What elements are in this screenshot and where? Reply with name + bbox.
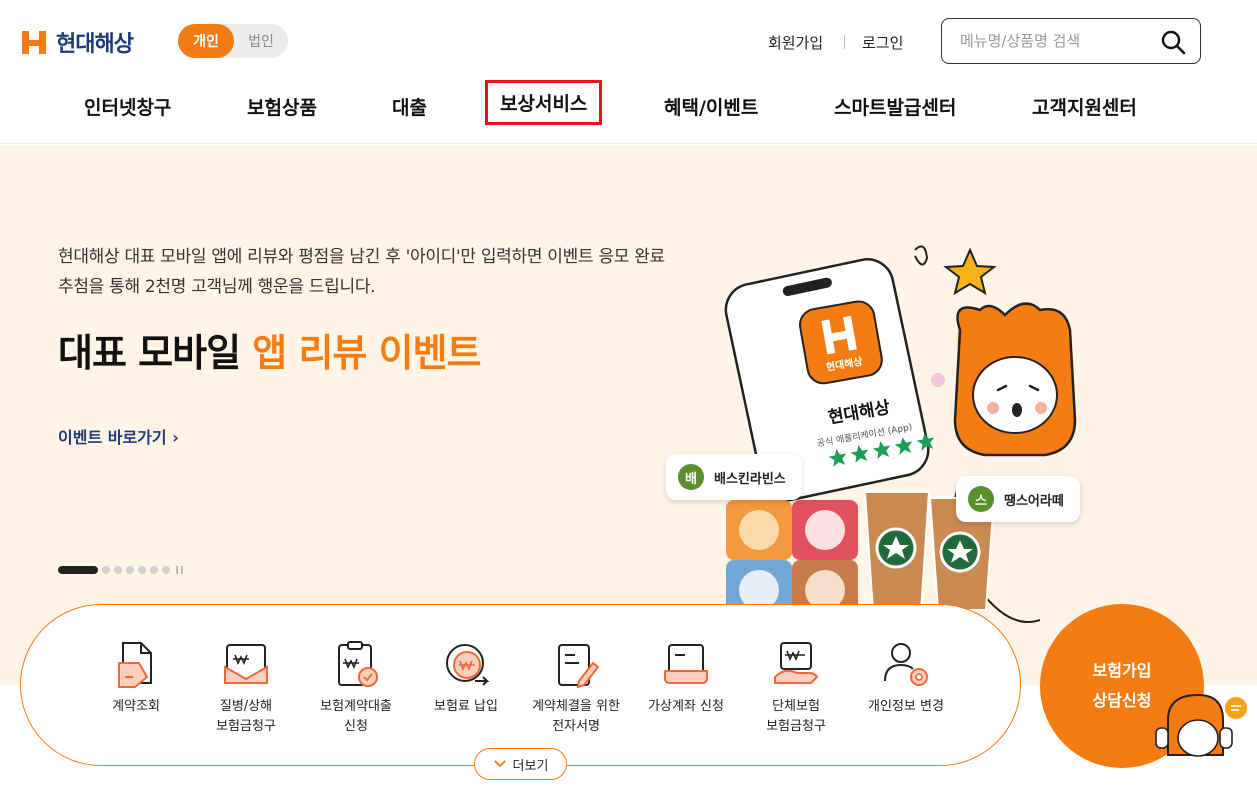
gnb-smart-issue-center[interactable]: 스마트발급센터: [834, 93, 956, 120]
hero-description-line: 추첨을 통해 2천명 고객님께 행운을 드립니다.: [58, 277, 376, 297]
quick-contract-inquiry[interactable]: 계약조회: [81, 637, 191, 717]
quick-e-signature[interactable]: 계약체결을 위한 전자서명: [521, 637, 631, 737]
search-icon[interactable]: [1160, 29, 1186, 55]
pause-icon[interactable]: [176, 566, 183, 574]
quick-label: 단체보험 보험금청구: [766, 699, 826, 734]
more-button[interactable]: 더보기: [474, 748, 567, 780]
gnb-claim-service[interactable]: 보상서비스: [484, 80, 603, 125]
more-label: 더보기: [512, 758, 549, 774]
quick-premium-payment[interactable]: 보험료 납입: [411, 637, 521, 717]
quick-label: 보험료 납입: [434, 699, 498, 714]
gnb-loan[interactable]: 대출: [392, 93, 427, 120]
quick-policy-loan[interactable]: 보험계약대출 신청: [301, 637, 411, 737]
quick-label: 가상계좌 신청: [648, 699, 724, 714]
pager-dot[interactable]: [126, 566, 134, 574]
chevron-down-icon: [493, 760, 506, 768]
gnb-benefits-events[interactable]: 혜택/이벤트: [664, 93, 758, 120]
sign-document-icon: [558, 644, 600, 689]
logo-text: 현대해상: [56, 32, 134, 57]
pager-dot[interactable]: [114, 566, 122, 574]
quick-label: 질병/상해 보험금청구: [216, 699, 276, 734]
chip-initial: 배: [678, 464, 704, 490]
quick-label: 개인정보 변경: [868, 699, 944, 714]
quick-virtual-account[interactable]: 가상계좌 신청: [631, 637, 741, 717]
card-hand-icon: [664, 644, 708, 684]
hero-title-plain: 대표 모바일: [58, 331, 253, 375]
won-payment-icon: [446, 644, 490, 686]
gnb-customer-support[interactable]: 고객지원센터: [1032, 93, 1137, 120]
hero-description-line: 현대해상 대표 모바일 앱에 리뷰와 평점을 남긴 후 '아이디'만 입력하면 …: [58, 247, 665, 267]
pager-active[interactable]: [58, 566, 98, 574]
headset-mascot-icon: [1155, 693, 1247, 757]
consult-line: 보험가입: [1092, 661, 1152, 680]
quick-personal-info[interactable]: 개인정보 변경: [851, 637, 961, 717]
pager-dot[interactable]: [102, 566, 110, 574]
quick-illness-claim[interactable]: 질병/상해 보험금청구: [191, 637, 301, 737]
quick-label: 계약조회: [112, 699, 160, 714]
slide-pager: [58, 566, 183, 574]
customer-type-toggle: 개인 법인: [178, 24, 288, 58]
search-input[interactable]: [960, 30, 1150, 52]
divider: [844, 35, 845, 49]
header: 현대해상 개인 법인 회원가입 로그인 인터넷창구 보험상품 대출 보상서비스 …: [0, 0, 1257, 144]
gnb-insurance-products[interactable]: 보험상품: [247, 93, 317, 120]
pager-dot[interactable]: [162, 566, 170, 574]
event-link-label: 이벤트 바로가기: [58, 428, 167, 447]
brand-chip-thanks-a-latte: 스 땡스어라떼: [956, 476, 1080, 522]
hero-title: 대표 모바일 앱 리뷰 이벤트: [58, 322, 482, 377]
corporate-tab[interactable]: 법인: [234, 24, 288, 58]
user-gear-icon: [884, 643, 928, 686]
chip-initial: 스: [968, 486, 994, 512]
gnb-internet-counter[interactable]: 인터넷창구: [84, 93, 171, 120]
join-link[interactable]: 회원가입: [768, 32, 823, 53]
pager-dot[interactable]: [138, 566, 146, 574]
personal-tab[interactable]: 개인: [178, 24, 234, 58]
app-review-illustration: 현대해상 현대해상 공식 애플리케이션 (App): [724, 245, 1077, 623]
hero-description: 현대해상 대표 모바일 앱에 리뷰와 평점을 남긴 후 '아이디'만 입력하면 …: [58, 242, 758, 302]
event-link[interactable]: 이벤트 바로가기 ›: [58, 424, 179, 448]
clipboard-won-icon: [338, 641, 378, 687]
won-envelope-icon: [224, 644, 268, 684]
chip-label: 배스킨라빈스: [714, 471, 786, 487]
group-won-icon: [774, 642, 819, 684]
hero-title-accent: 앱 리뷰 이벤트: [252, 331, 481, 375]
chip-label: 땡스어라떼: [1004, 493, 1064, 509]
quick-menu: 계약조회 질병/상해 보험금청구 보험계약대출 신청 보험료 납입 계약체결을 …: [20, 604, 1021, 766]
quick-label: 보험계약대출 신청: [320, 699, 392, 734]
quick-group-claim[interactable]: 단체보험 보험금청구: [741, 637, 851, 737]
logo[interactable]: 현대해상: [20, 26, 134, 58]
quick-label: 계약체결을 위한 전자서명: [532, 699, 620, 734]
brand-chip-baskin: 배 배스킨라빈스: [666, 454, 802, 500]
login-link[interactable]: 로그인: [862, 32, 903, 53]
document-icon: [118, 642, 152, 688]
chevron-right-icon: ›: [172, 428, 179, 447]
pager-dot[interactable]: [150, 566, 158, 574]
search-box: [941, 18, 1201, 64]
hyundai-logo-icon: [22, 30, 46, 54]
